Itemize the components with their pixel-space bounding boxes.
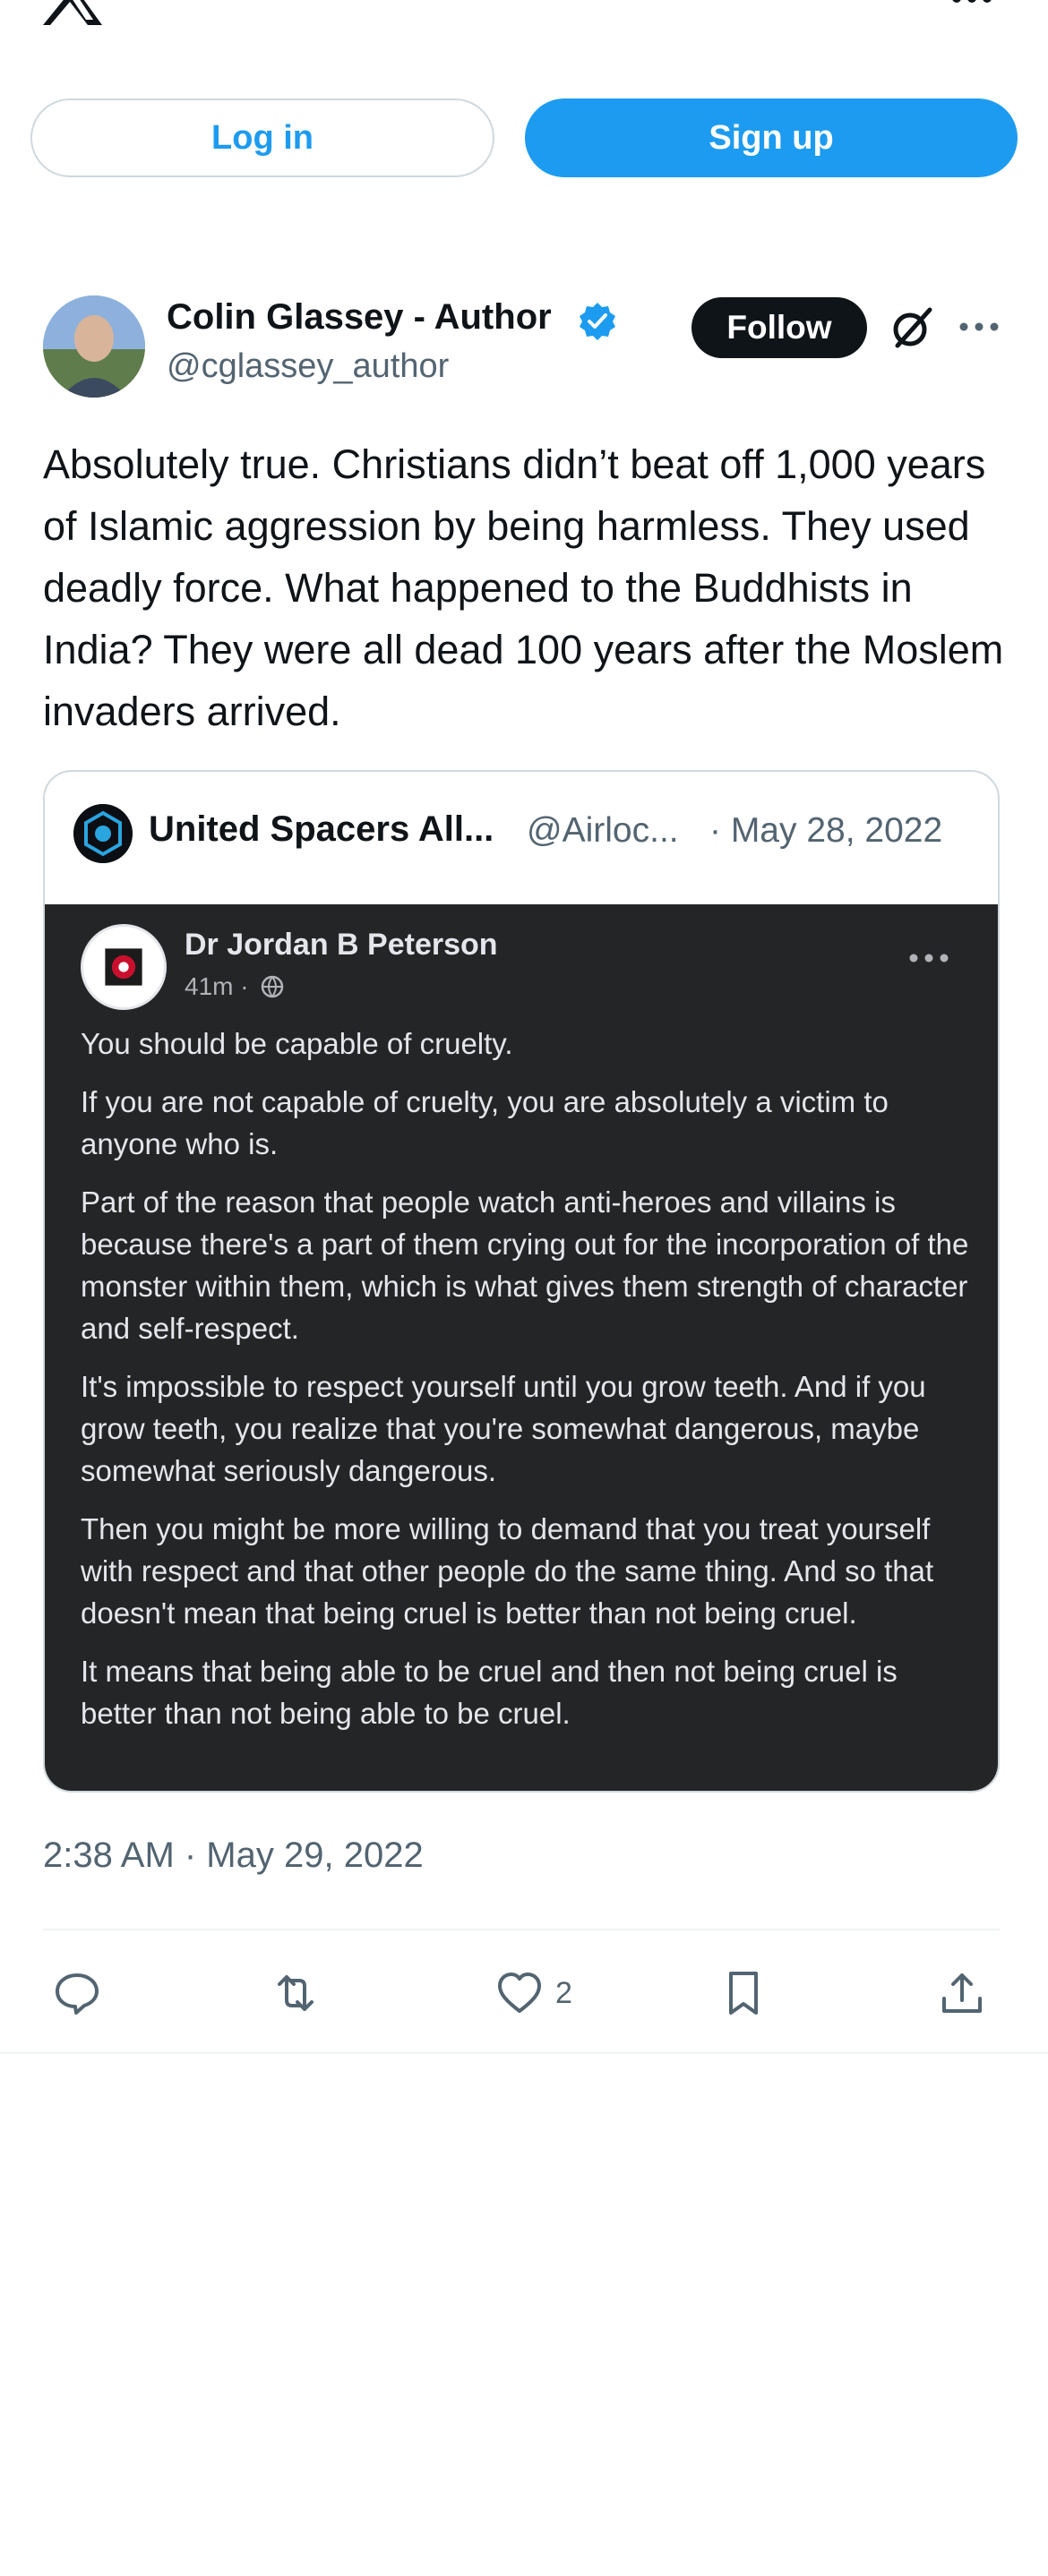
follow-button[interactable]: Follow <box>692 297 867 358</box>
globe-icon <box>261 975 284 998</box>
x-logo-icon[interactable] <box>41 0 104 29</box>
more-icon[interactable] <box>951 0 992 9</box>
divider <box>0 2052 1048 2054</box>
bookmark-button[interactable] <box>718 1957 769 2029</box>
fb-post-avatar <box>81 924 167 1010</box>
like-count: 2 <box>555 1975 572 2010</box>
more-icon[interactable] <box>958 313 1000 340</box>
fb-paragraph: If you are not capable of cruelty, you a… <box>81 1085 889 1160</box>
fb-post-author: Dr Jordan B Peterson <box>185 928 498 962</box>
action-bar: 2 <box>43 1957 1010 2029</box>
share-icon <box>942 1973 982 2013</box>
tweet-author: Colin Glassey - Author @cglassey_author … <box>43 295 1010 403</box>
tweet-text: Absolutely true. Christians didn’t beat … <box>43 441 1004 734</box>
reply-icon <box>56 1973 99 2015</box>
quote-date[interactable]: · May 28, 2022 <box>709 811 942 851</box>
author-handle[interactable]: @cglassey_author <box>167 347 449 386</box>
fb-post-body: You should be capable of cruelty. If you… <box>81 1023 976 1750</box>
share-button[interactable] <box>937 1957 987 2029</box>
tweet-timestamp[interactable]: 2:38 AM · May 29, 2022 <box>43 1836 424 1876</box>
quote-author-name[interactable]: United Spacers All... <box>149 809 494 850</box>
like-icon <box>498 1973 541 2013</box>
signup-button[interactable]: Sign up <box>525 98 1018 177</box>
retweet-icon <box>278 1975 314 2011</box>
divider <box>43 1929 1000 1930</box>
fb-paragraph: You should be capable of cruelty. <box>81 1027 513 1060</box>
quote-author-handle[interactable]: @Airloc... <box>527 811 679 851</box>
more-icon <box>909 954 949 963</box>
quote-header: United Spacers All... @Airloc... · May 2… <box>45 772 998 904</box>
reply-button[interactable] <box>52 1957 102 2029</box>
verified-badge-icon <box>580 303 615 340</box>
quoted-tweet[interactable]: United Spacers All... @Airloc... · May 2… <box>43 770 1000 1793</box>
like-button[interactable]: 2 <box>494 1957 572 2029</box>
quote-avatar[interactable] <box>73 804 133 863</box>
retweet-button[interactable] <box>271 1957 321 2029</box>
login-button[interactable]: Log in <box>30 98 494 177</box>
fb-paragraph: It's impossible to respect yourself unti… <box>81 1370 926 1487</box>
auth-bar: Log in Sign up <box>0 98 1048 179</box>
avatar[interactable] <box>43 295 145 398</box>
bookmark-icon <box>729 1972 758 2015</box>
fb-post-meta: 41m · <box>185 972 249 1000</box>
fb-paragraph: It means that being able to be cruel and… <box>81 1655 898 1730</box>
quoted-image: Dr Jordan B Peterson 41m · You should be… <box>45 904 998 1791</box>
top-bar <box>0 0 1048 54</box>
author-name[interactable]: Colin Glassey - Author <box>167 297 552 338</box>
grok-icon[interactable] <box>887 303 937 353</box>
fb-paragraph: Then you might be more willing to demand… <box>81 1512 934 1630</box>
fb-paragraph: Part of the reason that people watch ant… <box>81 1185 969 1345</box>
avatar-photo <box>43 295 145 398</box>
